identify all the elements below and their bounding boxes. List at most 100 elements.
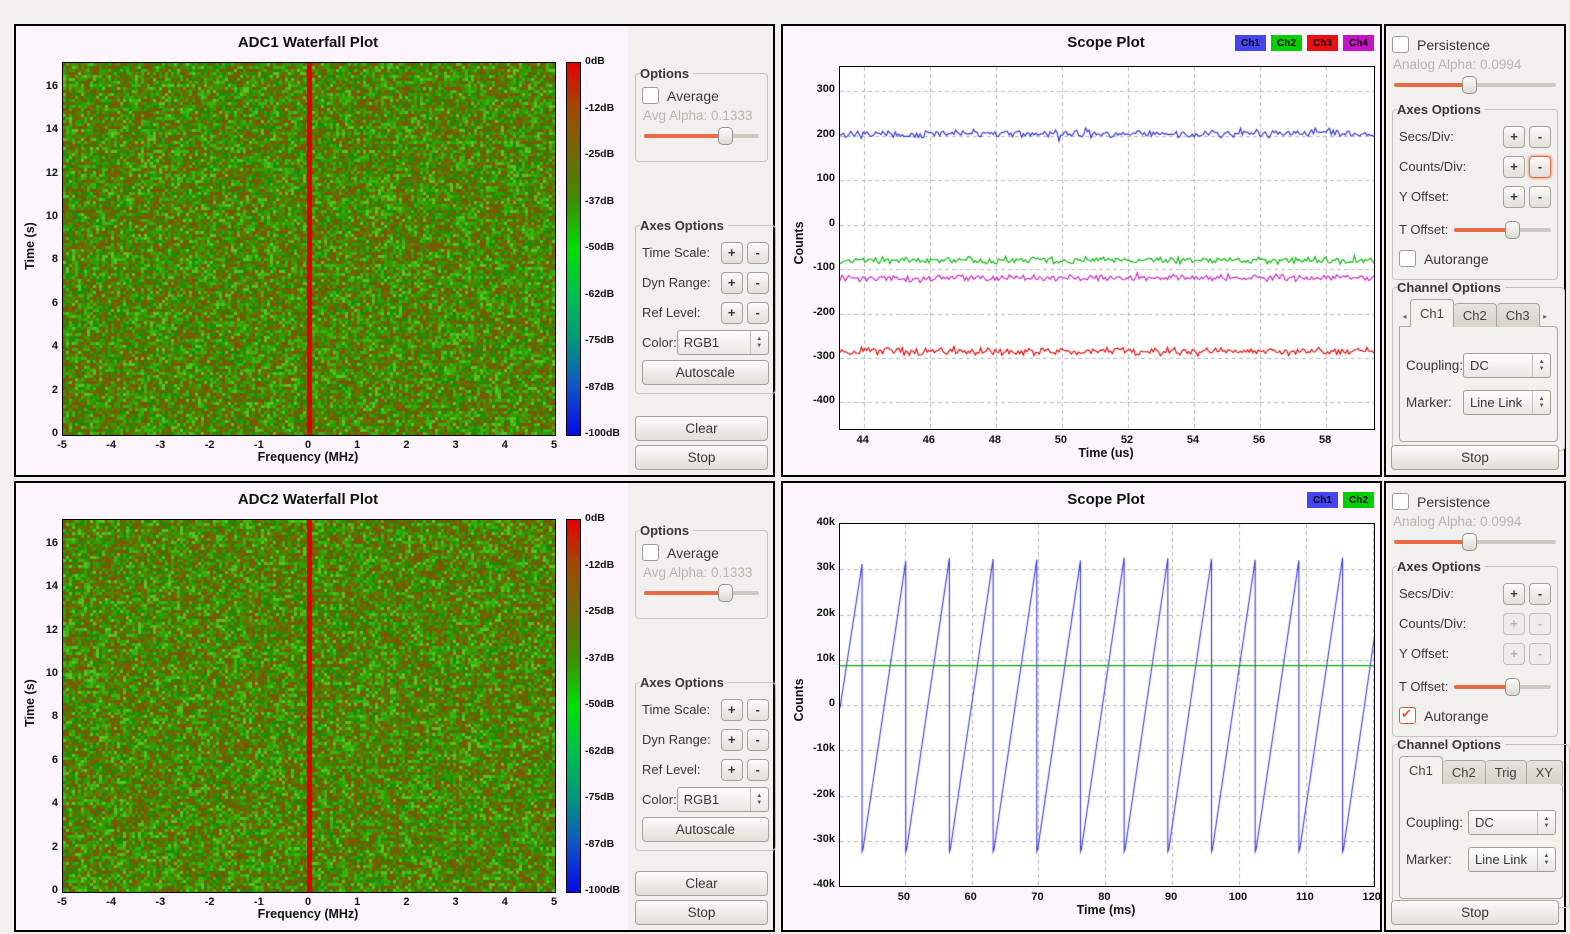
tab-ch3[interactable]: Ch3 xyxy=(1497,303,1540,327)
counts-div-minus-button[interactable]: - xyxy=(1529,613,1551,635)
spin-arrows-icon[interactable] xyxy=(750,331,768,354)
marker-select[interactable]: Line Link xyxy=(1463,390,1551,415)
tab-scroll-left-icon[interactable]: ◂ xyxy=(1399,305,1410,327)
tick-label: -20k xyxy=(789,788,835,800)
persistence-row: Persistence xyxy=(1392,36,1558,53)
secs-div-minus-button[interactable]: - xyxy=(1529,583,1551,605)
avg-alpha-slider[interactable] xyxy=(644,584,759,602)
coupling-select[interactable]: DC xyxy=(1463,353,1551,378)
persistence-checkbox[interactable] xyxy=(1392,493,1409,510)
tick-label: 0 xyxy=(12,427,58,439)
adc2-waterfall-plot: ADC2 Waterfall Plot Time (s) Frequency (… xyxy=(16,483,628,930)
slider-knob[interactable] xyxy=(1505,221,1520,239)
t-offset-slider[interactable] xyxy=(1454,221,1551,239)
tick-label: 16 xyxy=(12,537,58,549)
counts-div-plus-button[interactable]: + xyxy=(1503,613,1525,635)
time-scale-minus-button[interactable]: - xyxy=(747,242,769,264)
stop-button[interactable]: Stop xyxy=(1391,900,1559,925)
slider-fill xyxy=(644,134,725,138)
y-offset-minus-button[interactable]: - xyxy=(1529,643,1551,665)
dyn-range-minus-button[interactable]: - xyxy=(747,272,769,294)
tab-ch2[interactable]: Ch2 xyxy=(1443,760,1486,784)
y-offset-plus-button[interactable]: + xyxy=(1503,186,1525,208)
counts-div-minus-button[interactable]: - xyxy=(1529,156,1551,178)
secs-div-plus-button[interactable]: + xyxy=(1503,583,1525,605)
colormap-select[interactable]: RGB1 xyxy=(677,330,769,355)
dyn-range-plus-button[interactable]: + xyxy=(721,272,743,294)
colormap-select[interactable]: RGB1 xyxy=(677,787,769,812)
coupling-select[interactable]: DC xyxy=(1468,810,1556,835)
analog-alpha-slider[interactable] xyxy=(1394,533,1556,551)
avg-alpha-label: Avg Alpha: 0.1333 xyxy=(643,108,761,123)
ref-level-plus-button[interactable]: + xyxy=(721,759,743,781)
spin-arrows-icon[interactable] xyxy=(1537,848,1555,871)
stop-button[interactable]: Stop xyxy=(635,445,768,470)
stop-button[interactable]: Stop xyxy=(635,900,768,925)
y-offset-minus-button[interactable]: - xyxy=(1529,186,1551,208)
plot-title: ADC2 Waterfall Plot xyxy=(62,491,554,508)
autorange-checkbox[interactable] xyxy=(1399,707,1416,724)
secs-div-minus-button[interactable]: - xyxy=(1529,126,1551,148)
slider-knob[interactable] xyxy=(1462,76,1477,94)
color-row: Color: RGB1 xyxy=(642,330,769,355)
clear-button[interactable]: Clear xyxy=(635,416,768,441)
slider-knob[interactable] xyxy=(718,127,733,145)
slider-knob[interactable] xyxy=(718,584,733,602)
stop-button[interactable]: Stop xyxy=(1391,445,1559,470)
time-scale-plus-button[interactable]: + xyxy=(721,242,743,264)
t-offset-row: T Offset: xyxy=(1399,217,1551,242)
slider-knob[interactable] xyxy=(1505,678,1520,696)
tab-trig[interactable]: Trig xyxy=(1486,760,1527,784)
tick-label: 4 xyxy=(12,797,58,809)
tick-label: 58 xyxy=(1310,434,1340,446)
x-axis-label: Time (ms) xyxy=(839,903,1373,917)
average-checkbox[interactable] xyxy=(642,544,659,561)
avg-alpha-slider[interactable] xyxy=(644,127,759,145)
t-offset-slider[interactable] xyxy=(1454,678,1551,696)
tab-xy[interactable]: XY xyxy=(1527,760,1563,784)
tick-label: -75dB xyxy=(585,334,631,346)
spin-arrows-icon[interactable] xyxy=(1532,354,1550,377)
tick-label: 10k xyxy=(789,652,835,664)
scope-canvas[interactable] xyxy=(839,523,1375,887)
analog-alpha-slider[interactable] xyxy=(1394,76,1556,94)
time-scale-plus-button[interactable]: + xyxy=(721,699,743,721)
y-offset-plus-button[interactable]: + xyxy=(1503,643,1525,665)
average-checkbox[interactable] xyxy=(642,87,659,104)
tab-ch2[interactable]: Ch2 xyxy=(1454,303,1497,327)
tick-label: -2 xyxy=(195,896,225,908)
persistence-checkbox[interactable] xyxy=(1392,36,1409,53)
dyn-range-minus-button[interactable]: - xyxy=(747,729,769,751)
tick-label: 0 xyxy=(789,697,835,709)
tick-label: 6 xyxy=(12,754,58,766)
clear-button[interactable]: Clear xyxy=(635,871,768,896)
waterfall-canvas[interactable] xyxy=(62,62,556,436)
marker-select[interactable]: Line Link xyxy=(1468,847,1556,872)
autoscale-button[interactable]: Autoscale xyxy=(642,817,769,842)
waterfall-canvas[interactable] xyxy=(62,519,556,893)
autoscale-button[interactable]: Autoscale xyxy=(642,360,769,385)
secs-div-plus-button[interactable]: + xyxy=(1503,126,1525,148)
tick-label: -12dB xyxy=(585,559,631,571)
counts-div-plus-button[interactable]: + xyxy=(1503,156,1525,178)
ref-level-minus-button[interactable]: - xyxy=(747,759,769,781)
tab-scroll-right-icon[interactable]: ▸ xyxy=(1540,305,1551,327)
spin-arrows-icon[interactable] xyxy=(750,788,768,811)
avg-alpha-label: Avg Alpha: 0.1333 xyxy=(643,565,761,580)
ref-level-plus-button[interactable]: + xyxy=(721,302,743,324)
tab-ch1[interactable]: Ch1 xyxy=(1399,756,1443,784)
ref-level-minus-button[interactable]: - xyxy=(747,302,769,324)
counts-div-label: Counts/Div: xyxy=(1399,159,1466,174)
autorange-checkbox[interactable] xyxy=(1399,250,1416,267)
spin-arrows-icon[interactable] xyxy=(1537,811,1555,834)
channel-options-group: Channel Options ◂ Ch1 Ch2 Ch3 ▸ Coupling… xyxy=(1392,280,1565,451)
coupling-row: Coupling: DC xyxy=(1406,353,1551,378)
time-scale-minus-button[interactable]: - xyxy=(747,699,769,721)
spin-arrows-icon[interactable] xyxy=(1532,391,1550,414)
legend-ch3: Ch3 xyxy=(1307,35,1338,51)
axes-options-group: Axes Options Secs/Div: + - Counts/Div: +… xyxy=(1392,102,1558,280)
slider-knob[interactable] xyxy=(1462,533,1477,551)
tab-ch1[interactable]: Ch1 xyxy=(1410,299,1454,327)
dyn-range-plus-button[interactable]: + xyxy=(721,729,743,751)
scope-canvas[interactable] xyxy=(839,66,1375,430)
